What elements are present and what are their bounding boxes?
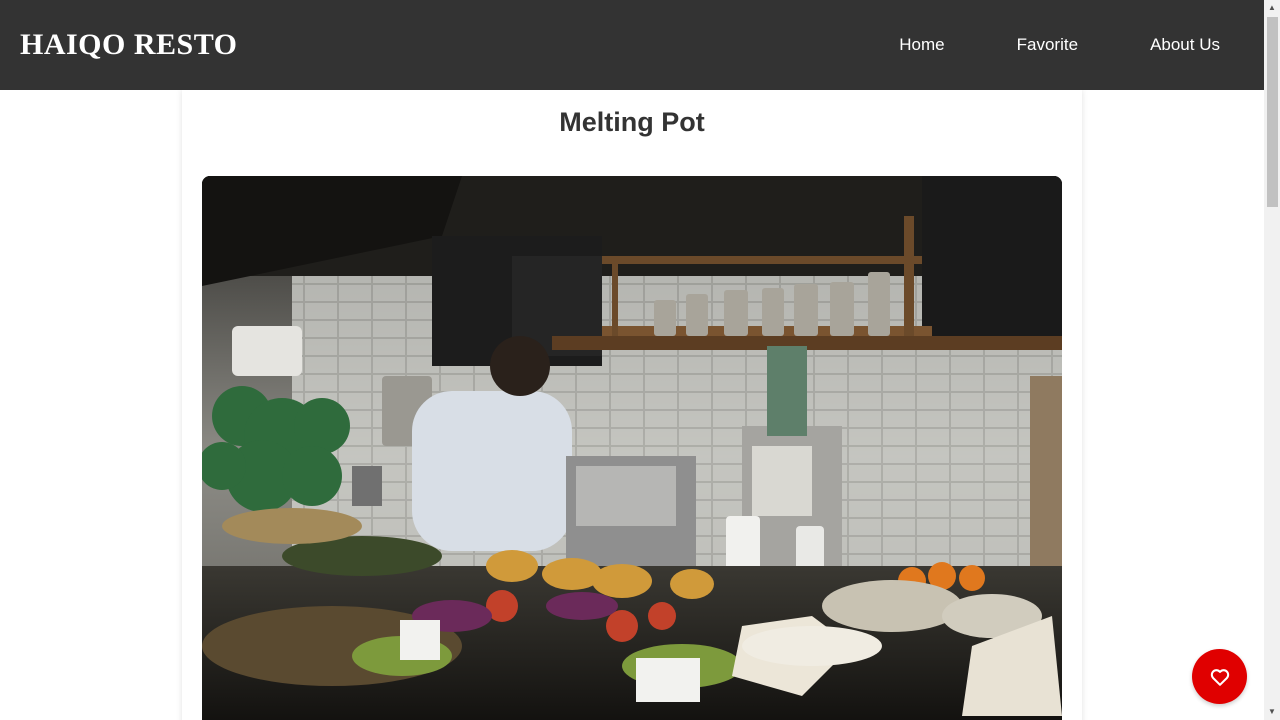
nav-links: Home Favorite About Us xyxy=(863,0,1244,90)
nav-link-home[interactable]: Home xyxy=(863,0,980,90)
heart-outline-icon xyxy=(1210,668,1229,686)
scroll-up-arrow-icon[interactable]: ▲ xyxy=(1264,0,1280,16)
favorite-button[interactable] xyxy=(1192,649,1247,704)
top-navbar: HAIQO RESTO Home Favorite About Us xyxy=(0,0,1264,90)
restaurant-photo xyxy=(202,176,1062,720)
nav-link-about-us[interactable]: About Us xyxy=(1114,0,1244,90)
page-scrollbar[interactable]: ▲ ▼ xyxy=(1264,0,1280,720)
brand-logo[interactable]: HAIQO RESTO xyxy=(20,28,238,62)
restaurant-photo-illustration xyxy=(202,176,1062,720)
nav-link-favorite[interactable]: Favorite xyxy=(981,0,1114,90)
restaurant-detail-card: Melting Pot xyxy=(182,90,1082,720)
scroll-thumb[interactable] xyxy=(1267,17,1278,207)
restaurant-name: Melting Pot xyxy=(559,107,705,137)
scroll-down-arrow-icon[interactable]: ▼ xyxy=(1264,704,1280,720)
